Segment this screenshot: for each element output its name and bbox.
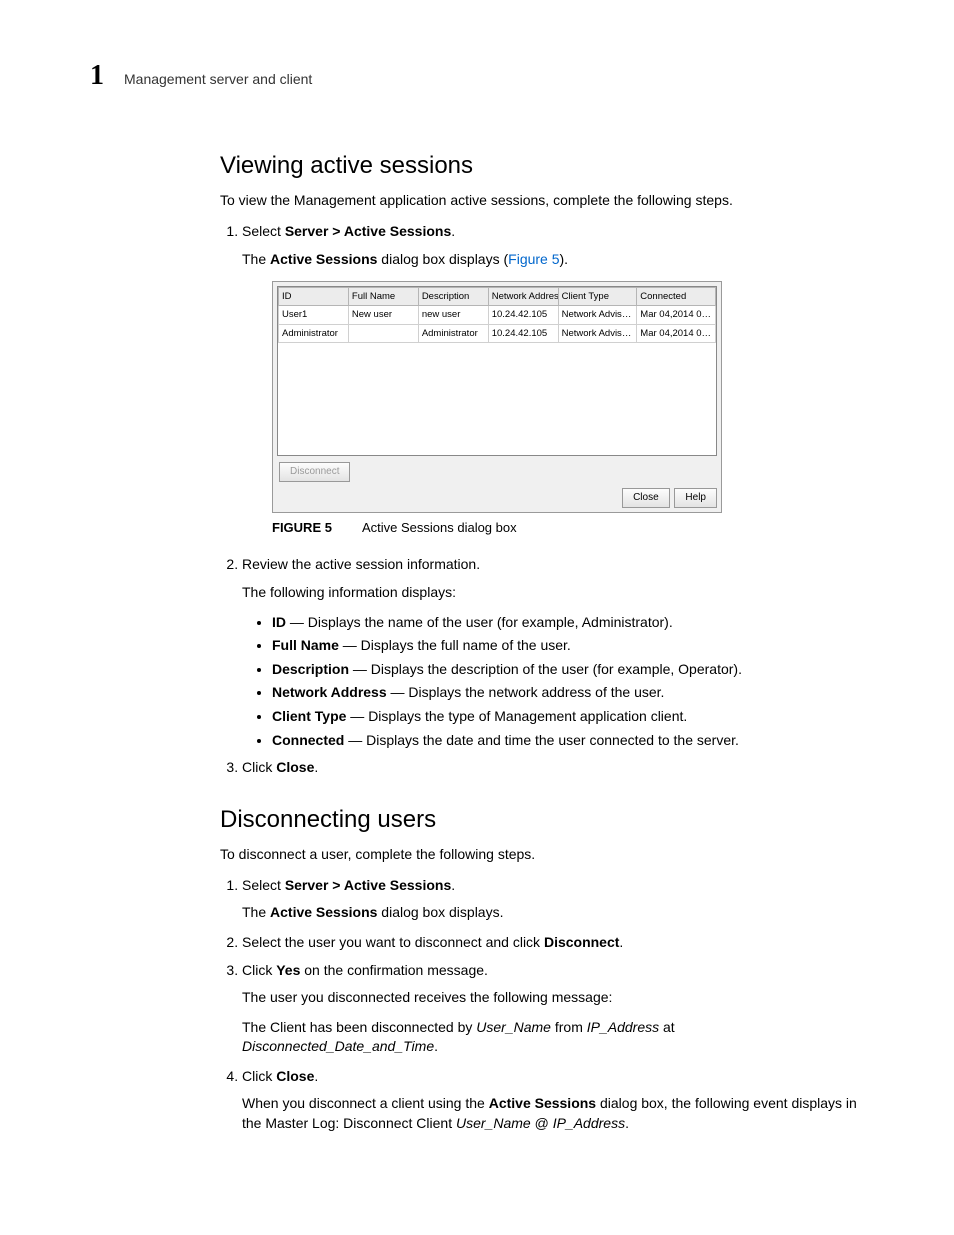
viewing-step-1-body: The Active Sessions dialog box displays … <box>242 250 864 270</box>
viewing-step-1: Select Server > Active Sessions. The Act… <box>242 222 864 537</box>
disc-step-3: Click Yes on the confirmation message. T… <box>242 961 864 1057</box>
table-row[interactable]: Administrator Administrator 10.24.42.105… <box>279 324 716 342</box>
table-row[interactable]: User1 New user new user 10.24.42.105 Net… <box>279 306 716 324</box>
section-viewing-title: Viewing active sessions <box>220 152 864 180</box>
list-item: Full Name — Displays the full name of th… <box>272 636 864 656</box>
figure-5-dialog: ID Full Name Description Network Address… <box>272 281 864 513</box>
disconnect-button[interactable]: Disconnect <box>279 462 350 482</box>
chapter-number: 1 <box>90 60 104 92</box>
viewing-step-3: Click Close. <box>242 758 864 778</box>
disc-step-1: Select Server > Active Sessions. The Act… <box>242 876 864 923</box>
section-disconnecting-intro: To disconnect a user, complete the follo… <box>220 846 864 862</box>
list-item: ID — Displays the name of the user (for … <box>272 613 864 633</box>
help-button[interactable]: Help <box>674 488 717 508</box>
close-button[interactable]: Close <box>622 488 670 508</box>
section-disconnecting-title: Disconnecting users <box>220 806 864 834</box>
col-clienttype[interactable]: Client Type <box>558 288 637 306</box>
list-item: Network Address — Displays the network a… <box>272 683 864 703</box>
field-bullets: ID — Displays the name of the user (for … <box>242 613 864 751</box>
col-netaddr[interactable]: Network Address <box>488 288 558 306</box>
section-viewing-intro: To view the Management application activ… <box>220 192 864 208</box>
viewing-step-2: Review the active session information. T… <box>242 555 864 750</box>
col-connected[interactable]: Connected <box>637 288 716 306</box>
figure-5-link[interactable]: Figure 5 <box>508 251 559 267</box>
disconnecting-steps: Select Server > Active Sessions. The Act… <box>220 876 864 1134</box>
active-sessions-table: ID Full Name Description Network Address… <box>278 287 716 343</box>
disc-step-2: Select the user you want to disconnect a… <box>242 933 864 953</box>
viewing-steps: Select Server > Active Sessions. The Act… <box>220 222 864 778</box>
figure-5-caption: FIGURE 5Active Sessions dialog box <box>272 519 864 537</box>
list-item: Description — Displays the description o… <box>272 660 864 680</box>
col-id[interactable]: ID <box>279 288 349 306</box>
page-header: 1 Management server and client <box>90 60 864 92</box>
disc-step-4: Click Close. When you disconnect a clien… <box>242 1067 864 1134</box>
header-title: Management server and client <box>124 71 312 87</box>
col-description[interactable]: Description <box>418 288 488 306</box>
col-fullname[interactable]: Full Name <box>348 288 418 306</box>
list-item: Client Type — Displays the type of Manag… <box>272 707 864 727</box>
list-item: Connected — Displays the date and time t… <box>272 731 864 751</box>
